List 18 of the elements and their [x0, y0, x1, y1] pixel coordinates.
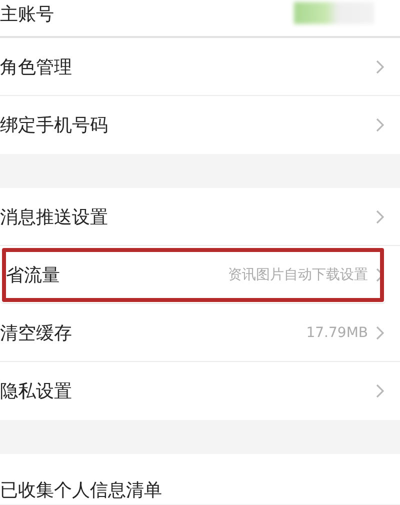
row-label: 已收集个人信息清单 [0, 479, 163, 502]
row-label: 清空缓存 [0, 322, 73, 344]
row-label: 主账号 [0, 3, 55, 26]
row-label: 角色管理 [0, 56, 73, 78]
settings-row[interactable]: 已收集个人信息清单 [0, 454, 400, 504]
settings-row[interactable]: 消息推送设置 [0, 188, 400, 246]
settings-row[interactable]: 省流量 资讯图片自动下载设置 [0, 246, 386, 304]
row-label: 消息推送设置 [0, 206, 109, 228]
row-label: 隐私设置 [0, 380, 73, 403]
row-value: 17.79MB [306, 324, 368, 340]
settings-row[interactable]: 绑定手机号码 [0, 96, 400, 154]
settings-row[interactable]: 清空缓存 17.79MB [0, 304, 400, 362]
row-label: 绑定手机号码 [0, 114, 109, 137]
row-value: 资讯图片自动下载设置 [228, 266, 368, 284]
row-label: 省流量 [6, 264, 61, 286]
settings-row[interactable]: 隐私设置 [0, 362, 400, 420]
settings-row[interactable]: 主账号 [0, 0, 400, 38]
settings-row[interactable]: 角色管理 [0, 38, 400, 96]
